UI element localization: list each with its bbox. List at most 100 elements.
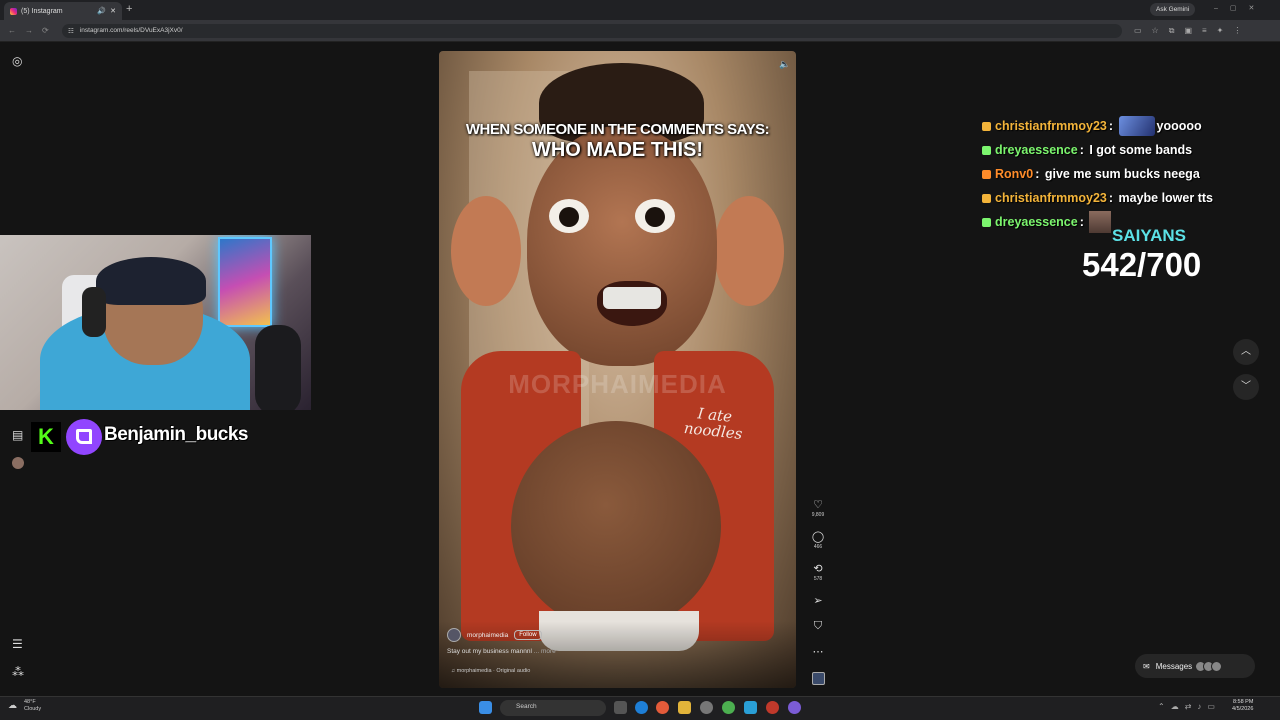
task-view-icon[interactable]: [614, 701, 627, 714]
browser-tab-strip: [0, 0, 1280, 20]
tab-close-icon[interactable]: ✕: [110, 7, 116, 15]
caption-line-1: WHEN SOMEONE IN THE COMMENTS SAYS:: [465, 121, 770, 138]
settings-icon[interactable]: [700, 701, 713, 714]
app-icon[interactable]: [788, 701, 801, 714]
clock-time: 8:58 PM: [1232, 699, 1254, 705]
more-link[interactable]: ... more: [534, 648, 556, 655]
mute-icon[interactable]: 🔈: [779, 59, 790, 70]
browser-tab[interactable]: (5) Instagram 🔊 ✕: [4, 2, 122, 20]
edge-icon[interactable]: [635, 701, 648, 714]
comment-button[interactable]: ◯ 466: [805, 530, 831, 550]
chrome-icon[interactable]: [722, 701, 735, 714]
telegram-icon[interactable]: [744, 701, 757, 714]
repost-button[interactable]: ⟲ 578: [805, 562, 831, 582]
chat-separator: :: [1108, 119, 1117, 133]
repost-count: 578: [813, 576, 823, 582]
save-icon[interactable]: ⛉: [805, 620, 831, 633]
chat-username: christianfrmmoy23: [995, 191, 1107, 205]
chat-text: yooooo: [1156, 119, 1202, 133]
chat-text: I got some bands: [1089, 143, 1193, 157]
beanie: [96, 257, 206, 305]
chat-username: dreyaessence: [995, 143, 1078, 157]
messages-icon: ✉: [1143, 661, 1150, 671]
taskbar-clock[interactable]: 8:58 PM 4/5/2026: [1232, 699, 1253, 713]
firefox-icon[interactable]: [656, 701, 669, 714]
headset: [82, 287, 106, 337]
shirt-text: I ate noodles: [683, 404, 744, 443]
chat-text: give me sum bucks neega: [1044, 167, 1200, 181]
reel-video[interactable]: MORPHAIMEDIA I ate noodles WHEN SOMEONE …: [439, 51, 796, 688]
chat-emote: [1089, 211, 1112, 233]
like-count: 9,809: [811, 512, 825, 518]
chat-separator: :: [1108, 191, 1117, 205]
chat-message: Ronv0: give me sum bucks neega: [982, 162, 1272, 186]
instagram-logo-icon[interactable]: ◎: [12, 54, 22, 68]
start-icon[interactable]: [479, 701, 492, 714]
next-reel-button[interactable]: ﹀: [1233, 374, 1259, 400]
clock-date: 4/5/2026: [1232, 706, 1254, 712]
weather-temp: 48°F: [24, 699, 36, 705]
chat-message: dreyaessence: I got some bands: [982, 138, 1272, 162]
right-eye: [635, 199, 675, 233]
chat-badge-icon: [982, 121, 991, 131]
video-watermark: MORPHAIMEDIA: [508, 369, 727, 399]
tab-audio-icon[interactable]: 🔊: [97, 7, 106, 15]
left-ear: [451, 196, 521, 306]
twitch-logo-icon: [66, 419, 102, 455]
new-tab-button[interactable]: +: [126, 3, 132, 15]
site-info-icon[interactable]: ☷: [68, 27, 74, 35]
url-text: instagram.com/reels/DVuExA3jXv0/: [79, 27, 183, 34]
reels-icon[interactable]: ▤: [12, 428, 23, 442]
belly: [511, 421, 721, 631]
obs-icon[interactable]: [766, 701, 779, 714]
author-avatar[interactable]: [447, 628, 461, 642]
address-bar[interactable]: ☷ instagram.com/reels/DVuExA3jXv0/: [62, 24, 1122, 38]
taskbar-search[interactable]: Search: [500, 700, 606, 716]
caption-line-2: WHO MADE THIS!: [531, 139, 704, 161]
instagram-favicon-icon: [10, 7, 17, 15]
ask-gemini-button[interactable]: Ask Gemini: [1150, 3, 1196, 16]
chat-username: christianfrmmoy23: [995, 119, 1107, 133]
comment-count: 466: [813, 544, 823, 550]
window-controls[interactable]: –▢✕: [1214, 4, 1266, 12]
audio-thumbnail[interactable]: [812, 672, 825, 685]
character-head: [527, 126, 717, 366]
author-name[interactable]: morphaimedia: [467, 632, 508, 639]
like-button[interactable]: ♡ 9,809: [805, 498, 831, 518]
menu-icon[interactable]: ☰: [12, 637, 23, 651]
chat-username: Ronv0: [995, 167, 1034, 181]
share-icon[interactable]: ➢: [805, 594, 831, 607]
profile-avatar[interactable]: [12, 457, 24, 469]
audio-label[interactable]: ♫ morphaimedia · Original audio: [451, 668, 530, 674]
message-avatars: [1195, 660, 1223, 672]
previous-reel-button[interactable]: ︿: [1233, 339, 1259, 365]
left-eye: [549, 199, 589, 233]
microphone: [255, 325, 301, 410]
chat-overlay: christianfrmmoy23: yooooo dreyaessence: I…: [982, 114, 1272, 234]
follow-button[interactable]: Follow: [514, 630, 542, 640]
more-options-icon[interactable]: ⋯: [805, 645, 831, 658]
chat-badge-icon: [982, 217, 991, 227]
file-explorer-icon[interactable]: [678, 701, 691, 714]
grill-teeth: [603, 287, 661, 309]
chat-emote: [1118, 116, 1155, 136]
goal-label: SAIYANS: [1112, 226, 1187, 245]
system-tray[interactable]: ⌃☁⇄♪▭: [1158, 702, 1221, 711]
webcam-overlay: [0, 235, 311, 410]
neon-poster: [218, 237, 272, 327]
toolbar-icons[interactable]: ▭☆⧉▣≡✦⋮: [1134, 26, 1251, 36]
chat-separator: :: [1079, 143, 1088, 157]
chat-badge-icon: [982, 169, 991, 179]
weather-icon[interactable]: ☁: [8, 700, 17, 711]
messages-button[interactable]: ✉ Messages: [1135, 654, 1255, 678]
nav-buttons[interactable]: ←→⟳: [8, 26, 58, 35]
messages-label: Messages: [1155, 661, 1193, 671]
weather-widget[interactable]: 48°F Cloudy: [24, 699, 41, 713]
meta-apps-icon[interactable]: ⁂: [12, 665, 24, 679]
weather-desc: Cloudy: [24, 706, 42, 712]
reel-description: Stay out my business mannnl ... more: [447, 648, 556, 655]
chat-separator: :: [1079, 215, 1088, 229]
right-ear: [714, 196, 784, 306]
streamer-name: Benjamin_bucks: [104, 424, 249, 445]
author-row: morphaimedia Follow: [447, 628, 542, 642]
